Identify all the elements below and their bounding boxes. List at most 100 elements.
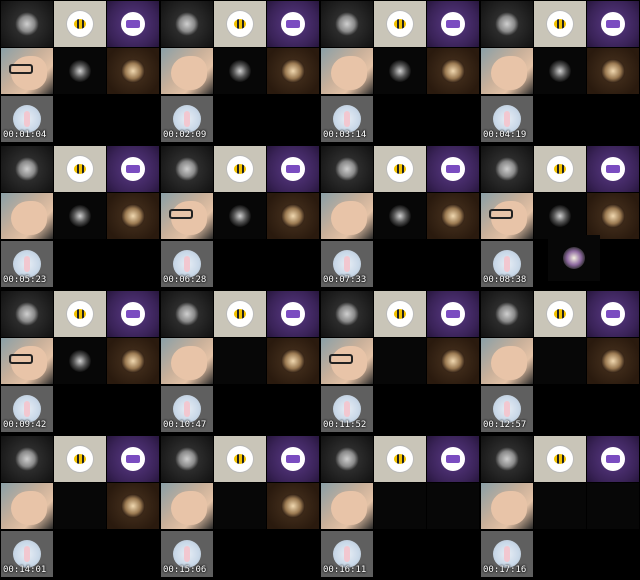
participant-tile-badge[interactable] <box>427 146 479 192</box>
participant-tile-saint[interactable]: 00:07:33 <box>321 241 373 287</box>
participant-tile-saint[interactable]: 00:11:52 <box>321 386 373 432</box>
participant-tile-badge[interactable] <box>267 1 319 47</box>
participant-tile-saint[interactable]: 00:01:04 <box>1 96 53 142</box>
participant-tile-bronze[interactable] <box>267 193 319 239</box>
participant-tile-bee[interactable] <box>54 436 106 482</box>
participant-tile-badge[interactable] <box>587 146 639 192</box>
participant-tile-bee[interactable] <box>374 436 426 482</box>
participant-tile-bronze[interactable] <box>587 48 639 94</box>
participant-tile-badge[interactable] <box>587 291 639 337</box>
participant-tile-saint[interactable]: 00:05:23 <box>1 241 53 287</box>
participant-video-tile[interactable] <box>321 193 373 239</box>
participant-video-tile[interactable] <box>1 48 53 94</box>
participant-tile-bronze[interactable] <box>427 48 479 94</box>
participant-video-tile[interactable] <box>161 483 213 529</box>
participant-tile-badge[interactable] <box>587 436 639 482</box>
participant-tile-badge[interactable] <box>107 1 159 47</box>
participant-tile-gear[interactable] <box>161 1 213 47</box>
participant-video-tile[interactable] <box>321 483 373 529</box>
participant-tile-gear[interactable] <box>161 436 213 482</box>
participant-tile-empty[interactable] <box>427 483 479 529</box>
participant-video-tile[interactable] <box>161 193 213 239</box>
participant-video-tile[interactable] <box>481 48 533 94</box>
participant-tile-extra[interactable] <box>548 235 600 281</box>
participant-tile-bee[interactable] <box>54 291 106 337</box>
participant-tile-gear[interactable] <box>321 1 373 47</box>
participant-tile-spinner[interactable] <box>54 193 106 239</box>
participant-tile-bee[interactable] <box>54 146 106 192</box>
participant-video-tile[interactable] <box>481 193 533 239</box>
participant-tile-empty[interactable] <box>374 338 426 384</box>
participant-tile-empty[interactable] <box>534 483 586 529</box>
participant-tile-bronze[interactable] <box>427 193 479 239</box>
participant-tile-spinner[interactable] <box>374 193 426 239</box>
participant-tile-bee[interactable] <box>534 291 586 337</box>
participant-tile-badge[interactable] <box>587 1 639 47</box>
participant-tile-spinner[interactable] <box>534 48 586 94</box>
participant-tile-bronze[interactable] <box>267 483 319 529</box>
participant-tile-bee[interactable] <box>54 1 106 47</box>
participant-tile-saint[interactable]: 00:09:42 <box>1 386 53 432</box>
participant-tile-bee[interactable] <box>214 291 266 337</box>
participant-tile-saint[interactable]: 00:15:06 <box>161 531 213 577</box>
participant-tile-badge[interactable] <box>427 291 479 337</box>
participant-video-tile[interactable] <box>321 338 373 384</box>
participant-tile-empty[interactable] <box>214 483 266 529</box>
participant-tile-bronze[interactable] <box>587 338 639 384</box>
participant-tile-spinner[interactable] <box>214 48 266 94</box>
participant-tile-gear[interactable] <box>321 436 373 482</box>
participant-video-tile[interactable] <box>1 483 53 529</box>
participant-tile-bronze[interactable] <box>427 338 479 384</box>
participant-tile-gear[interactable] <box>321 291 373 337</box>
participant-tile-bronze[interactable] <box>107 483 159 529</box>
participant-tile-gear[interactable] <box>161 146 213 192</box>
participant-tile-gear[interactable] <box>1 291 53 337</box>
participant-tile-bronze[interactable] <box>267 338 319 384</box>
participant-tile-bronze[interactable] <box>267 48 319 94</box>
participant-video-tile[interactable] <box>161 338 213 384</box>
participant-tile-spinner[interactable] <box>54 338 106 384</box>
participant-tile-bee[interactable] <box>534 146 586 192</box>
participant-tile-bee[interactable] <box>214 146 266 192</box>
participant-tile-saint[interactable]: 00:14:01 <box>1 531 53 577</box>
participant-tile-bee[interactable] <box>534 1 586 47</box>
participant-tile-spinner[interactable] <box>534 193 586 239</box>
participant-tile-badge[interactable] <box>107 436 159 482</box>
participant-tile-spinner[interactable] <box>54 48 106 94</box>
participant-tile-gear[interactable] <box>161 291 213 337</box>
participant-tile-empty[interactable] <box>374 483 426 529</box>
participant-tile-badge[interactable] <box>107 146 159 192</box>
participant-tile-bee[interactable] <box>214 436 266 482</box>
participant-tile-gear[interactable] <box>1 436 53 482</box>
participant-tile-bronze[interactable] <box>107 338 159 384</box>
participant-tile-badge[interactable] <box>267 291 319 337</box>
participant-tile-badge[interactable] <box>267 146 319 192</box>
participant-video-tile[interactable] <box>1 193 53 239</box>
participant-tile-gear[interactable] <box>1 146 53 192</box>
participant-tile-empty[interactable] <box>587 483 639 529</box>
participant-tile-saint[interactable]: 00:08:38 <box>481 241 533 287</box>
participant-tile-saint[interactable]: 00:12:57 <box>481 386 533 432</box>
participant-tile-bee[interactable] <box>374 291 426 337</box>
participant-tile-saint[interactable]: 00:03:14 <box>321 96 373 142</box>
participant-tile-gear[interactable] <box>481 436 533 482</box>
participant-video-tile[interactable] <box>321 48 373 94</box>
participant-video-tile[interactable] <box>1 338 53 384</box>
participant-tile-bronze[interactable] <box>587 193 639 239</box>
participant-tile-bee[interactable] <box>374 1 426 47</box>
participant-tile-saint[interactable]: 00:02:09 <box>161 96 213 142</box>
participant-video-tile[interactable] <box>481 338 533 384</box>
participant-tile-saint[interactable]: 00:06:28 <box>161 241 213 287</box>
participant-tile-gear[interactable] <box>481 1 533 47</box>
participant-tile-badge[interactable] <box>427 1 479 47</box>
participant-tile-badge[interactable] <box>427 436 479 482</box>
participant-video-tile[interactable] <box>161 48 213 94</box>
participant-tile-bee[interactable] <box>534 436 586 482</box>
participant-tile-spinner[interactable] <box>214 193 266 239</box>
participant-tile-gear[interactable] <box>1 1 53 47</box>
participant-tile-gear[interactable] <box>481 291 533 337</box>
participant-tile-empty[interactable] <box>54 483 106 529</box>
participant-tile-saint[interactable]: 00:17:16 <box>481 531 533 577</box>
participant-tile-spinner[interactable] <box>374 48 426 94</box>
participant-tile-gear[interactable] <box>481 146 533 192</box>
